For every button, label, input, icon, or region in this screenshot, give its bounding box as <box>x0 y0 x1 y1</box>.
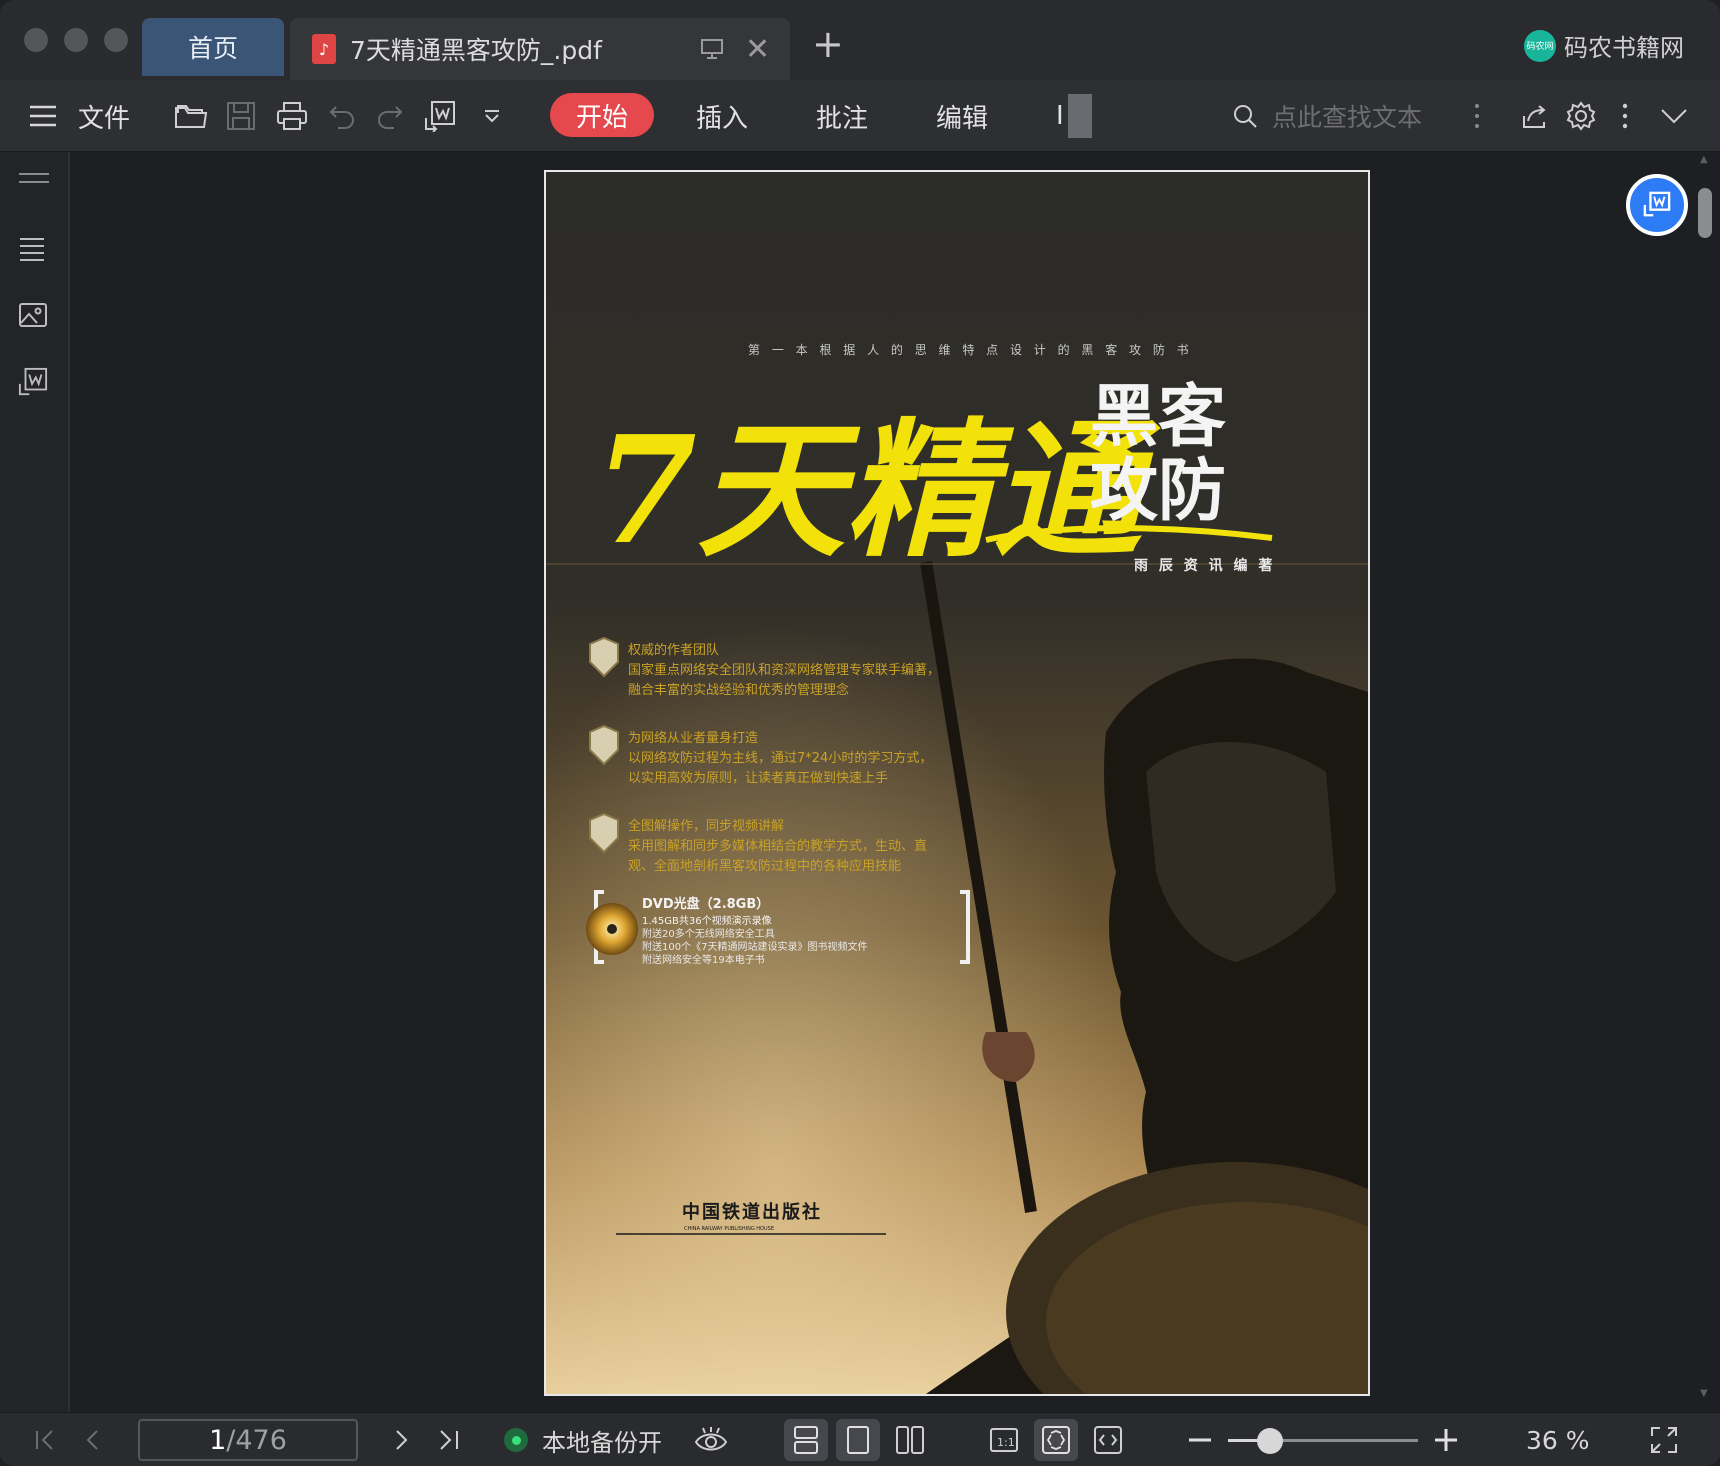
tab-overflow[interactable]: I <box>1056 80 1092 152</box>
tab-scroll-handle[interactable] <box>1067 94 1092 138</box>
settings-gear-icon[interactable] <box>1566 80 1596 152</box>
share-icon[interactable] <box>1520 80 1548 152</box>
window-minimize-button[interactable] <box>64 28 88 52</box>
feature-1-body1: 国家重点网络安全团队和资深网络管理专家联手编著， <box>628 662 940 678</box>
feature-3-body1: 采用图解和同步多媒体相结合的教学方式，生动、直 <box>628 838 927 854</box>
current-page: 1 <box>209 1424 227 1456</box>
fit-page-icon[interactable] <box>1034 1419 1078 1461</box>
thumbnail-image-icon[interactable] <box>18 302 50 334</box>
close-tab-icon[interactable]: ✕ <box>745 32 770 67</box>
tab-bar: 首页 ♪ 7天精通黑客攻防_.pdf ✕ + 码农网 码农书籍网 <box>0 0 1720 80</box>
window-close-button[interactable] <box>24 28 48 52</box>
page-number-input[interactable]: 1/476 <box>138 1419 358 1461</box>
dvd-line-2: 附送20多个无线网络安全工具 <box>642 927 775 940</box>
feature-2-body1: 以网络攻防过程为主线，通过7*24小时的学习方式， <box>628 750 932 766</box>
svg-text:1:1: 1:1 <box>997 1436 1015 1449</box>
brand-logo: 码农网 <box>1524 29 1556 62</box>
search-input[interactable]: 点此查找文本 <box>1272 80 1422 152</box>
continuous-scroll-view-icon[interactable] <box>784 1419 828 1461</box>
cover-title-main: 7天精通 <box>594 403 1161 577</box>
single-page-view-icon[interactable] <box>836 1419 880 1461</box>
actual-size-icon[interactable]: 1:1 <box>982 1419 1026 1461</box>
fit-width-icon[interactable] <box>1086 1419 1130 1461</box>
tab-start[interactable]: 开始 <box>550 93 654 137</box>
left-sidebar <box>0 152 70 1412</box>
tab-annotate[interactable]: 批注 <box>816 80 868 152</box>
print-icon[interactable] <box>276 80 308 152</box>
dropdown-chevron-icon[interactable] <box>482 80 502 152</box>
local-backup-label: 本地备份开 <box>542 1428 662 1457</box>
redo-icon[interactable] <box>376 80 404 152</box>
main-toolbar: 文件 开始 插入 批注 编辑 I 点此查找文本 <box>0 80 1720 152</box>
two-page-view-icon[interactable] <box>888 1419 932 1461</box>
brand[interactable]: 码农网 码农书籍网 <box>1524 28 1684 63</box>
app-window: 首页 ♪ 7天精通黑客攻防_.pdf ✕ + 码农网 码农书籍网 文件 开始 插… <box>0 0 1720 1466</box>
feature-2-body2: 以实用高效为原则，让读者真正做到快速上手 <box>628 770 888 786</box>
document-viewport: 第 一 本 根 据 人 的 思 维 特 点 设 计 的 黑 客 攻 防 书 7天… <box>72 152 1720 1412</box>
tab-edit[interactable]: 编辑 <box>936 80 988 152</box>
cover-tagline: 第 一 本 根 据 人 的 思 维 特 点 设 计 的 黑 客 攻 防 书 <box>748 342 1193 357</box>
total-pages: /476 <box>226 1424 287 1456</box>
cover-publisher: 中国铁道出版社 <box>682 1201 822 1223</box>
feature-1-body2: 融合丰富的实战经验和优秀的管理理念 <box>628 682 849 698</box>
feature-3-body2: 观、全面地剖析黑客攻防过程中的各种应用技能 <box>628 858 901 874</box>
fullscreen-icon[interactable] <box>1650 1413 1678 1466</box>
zoom-slider[interactable] <box>1228 1428 1418 1454</box>
feature-2-head: 为网络从业者量身打造 <box>628 730 758 746</box>
save-icon[interactable] <box>226 80 256 152</box>
prev-page-icon[interactable] <box>84 1413 100 1466</box>
dvd-line-1: 1.45GB共36个视频演示录像 <box>642 914 772 927</box>
dvd-line-4: 附送网络安全等19本电子书 <box>642 953 765 966</box>
tab-overflow-label: I <box>1056 101 1064 131</box>
brand-name: 码农书籍网 <box>1564 34 1684 62</box>
tab-document[interactable]: ♪ 7天精通黑客攻防_.pdf ✕ <box>290 18 790 80</box>
undo-icon[interactable] <box>328 80 356 152</box>
status-bar: 1/476 本地备份开 1:1 36 % <box>0 1412 1720 1466</box>
new-tab-button[interactable]: + <box>812 22 844 66</box>
collapse-chevron-icon[interactable] <box>1660 80 1688 152</box>
open-folder-icon[interactable] <box>174 80 208 152</box>
outline-list-icon[interactable] <box>18 236 50 268</box>
feature-1-head: 权威的作者团队 <box>628 642 719 658</box>
zoom-slider-knob[interactable] <box>1256 1428 1283 1454</box>
pdf-file-icon: ♪ <box>312 34 336 64</box>
cover-title-side-2: 攻防 <box>1090 451 1226 531</box>
convert-float-button[interactable] <box>1626 174 1688 236</box>
zoom-out-icon[interactable] <box>1188 1413 1212 1466</box>
next-page-icon[interactable] <box>394 1413 410 1466</box>
scroll-up-icon[interactable]: ▲ <box>1700 154 1708 165</box>
feature-3-head: 全图解操作，同步视频讲解 <box>628 818 784 834</box>
zoom-level[interactable]: 36 % <box>1526 1413 1590 1466</box>
vertical-scrollbar[interactable] <box>1698 188 1712 238</box>
tab-home-label: 首页 <box>187 34 238 63</box>
backup-status-icon <box>504 1428 528 1452</box>
more-options-icon[interactable] <box>1622 80 1628 152</box>
dvd-title: DVD光盘（2.8GB） <box>642 896 769 912</box>
first-page-icon[interactable] <box>34 1413 56 1466</box>
cover-title-side-1: 黑客 <box>1090 377 1226 457</box>
dvd-line-3: 附送100个《7天精通网站建设实录》图书视频文件 <box>642 940 867 953</box>
more-vertical-icon[interactable] <box>1474 80 1480 152</box>
tab-home[interactable]: 首页 <box>142 18 284 76</box>
pdf-to-word-icon[interactable] <box>424 80 456 152</box>
tab-insert[interactable]: 插入 <box>696 80 748 152</box>
pdf-convert-icon[interactable] <box>18 366 50 398</box>
local-backup-toggle[interactable]: 本地备份开 <box>504 1413 662 1466</box>
window-maximize-button[interactable] <box>104 28 128 52</box>
hamburger-menu-icon[interactable] <box>28 80 58 152</box>
eye-protection-icon[interactable] <box>694 1413 728 1466</box>
pdf-page[interactable]: 第 一 本 根 据 人 的 思 维 特 点 设 计 的 黑 客 攻 防 书 7天… <box>544 170 1370 1396</box>
book-cover-image: 第 一 本 根 据 人 的 思 维 特 点 设 计 的 黑 客 攻 防 书 7天… <box>546 172 1368 1394</box>
last-page-icon[interactable] <box>438 1413 460 1466</box>
file-menu[interactable]: 文件 <box>78 80 130 152</box>
tab-document-label: 7天精通黑客攻防_.pdf <box>350 36 602 65</box>
cover-publisher-en: CHINA RAILWAY PUBLISHING HOUSE <box>684 1226 774 1232</box>
zoom-in-icon[interactable] <box>1434 1413 1458 1466</box>
sidebar-collapse-icon[interactable] <box>18 170 50 202</box>
monitor-icon[interactable] <box>700 38 724 60</box>
cover-author: 雨 辰 资 讯 编 著 <box>1134 557 1275 574</box>
search-icon[interactable] <box>1232 80 1258 152</box>
scroll-down-icon[interactable]: ▼ <box>1700 1388 1708 1399</box>
